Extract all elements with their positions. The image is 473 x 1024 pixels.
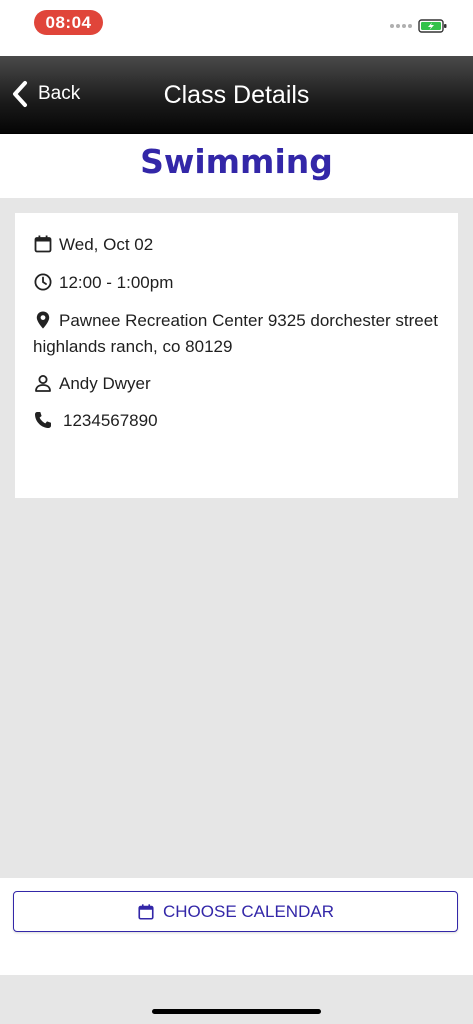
phone-icon <box>33 410 53 430</box>
battery-icon <box>418 19 447 33</box>
back-button[interactable]: Back <box>10 74 100 114</box>
back-label: Back <box>38 83 81 104</box>
choose-calendar-label: CHOOSE CALENDAR <box>163 901 334 921</box>
detail-time: 12:00 - 1:00pm <box>33 270 443 296</box>
choose-calendar-button[interactable]: CHOOSE CALENDAR <box>13 891 458 932</box>
status-time: 08:04 <box>34 10 103 35</box>
time-text: 12:00 - 1:00pm <box>59 273 174 292</box>
clock-icon <box>33 272 53 292</box>
instructor-text: Andy Dwyer <box>59 374 151 393</box>
date-text: Wed, Oct 02 <box>59 235 154 254</box>
detail-date: Wed, Oct 02 <box>33 232 443 258</box>
map-pin-icon <box>33 310 53 330</box>
page-title: Swimming <box>140 142 333 181</box>
detail-instructor: Andy Dwyer <box>33 371 443 397</box>
calendar-icon <box>33 234 53 254</box>
class-details-card: Wed, Oct 02 12:00 - 1:00pm Pawnee Recrea… <box>15 213 458 498</box>
status-bar: 08:04 <box>0 0 473 56</box>
home-indicator[interactable] <box>152 1009 321 1014</box>
calendar-icon <box>138 903 154 920</box>
signal-icon <box>390 24 412 30</box>
nav-title: Class Details <box>163 81 310 109</box>
detail-phone: 1234567890 <box>33 408 443 434</box>
person-icon <box>33 373 53 393</box>
bottom-action-area: CHOOSE CALENDAR <box>0 878 473 975</box>
navigation-bar: Back Class Details <box>0 56 473 134</box>
phone-text[interactable]: 1234567890 <box>63 411 158 430</box>
detail-location: Pawnee Recreation Center 9325 dorchester… <box>33 308 443 360</box>
chevron-left-icon <box>13 81 27 107</box>
title-area: Swimming <box>0 134 473 198</box>
location-text: Pawnee Recreation Center 9325 dorchester… <box>33 311 438 356</box>
